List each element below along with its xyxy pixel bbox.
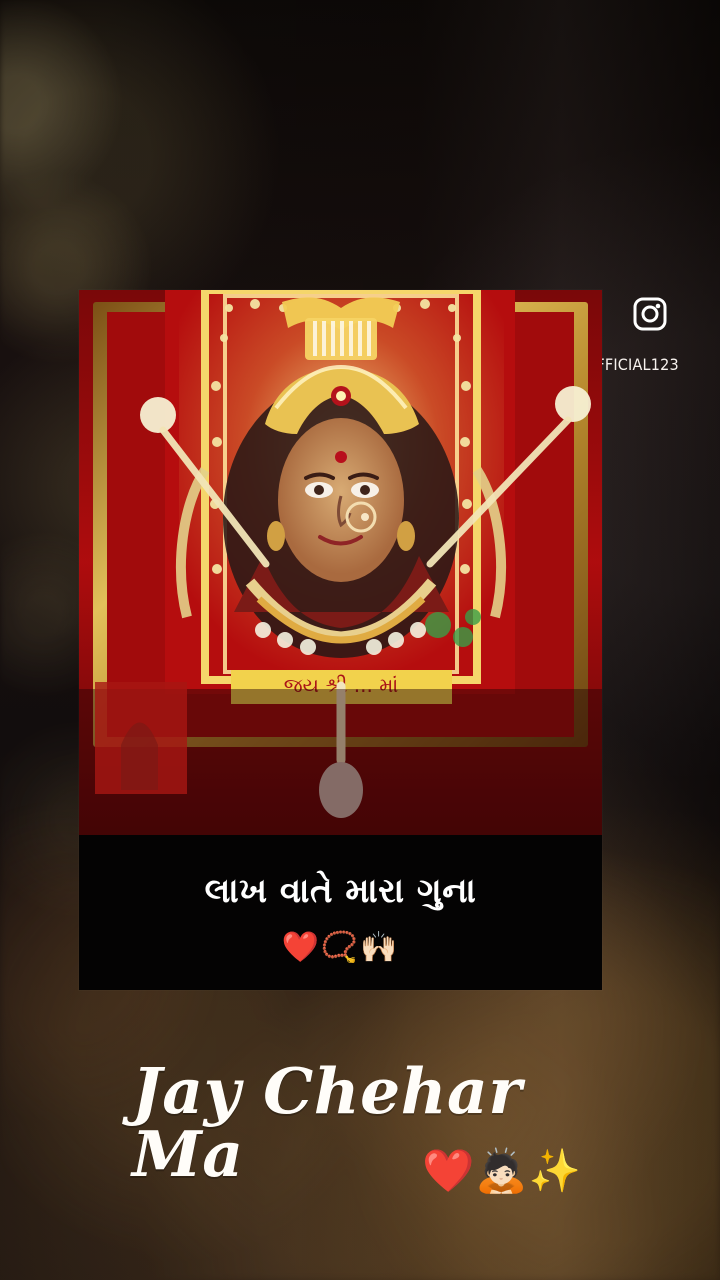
deity-card: જય શ્રી ... માં લાખ વાતે મારા ગુના ❤️📿🙌🏻 bbox=[79, 290, 602, 990]
caption-emojis: ❤️📿🙌🏻 bbox=[281, 930, 400, 965]
story-screen: @CHEHAR_OFFICIAL123 bbox=[0, 0, 720, 1280]
deity-caption-panel: લાખ વાતે મારા ગુના ❤️📿🙌🏻 bbox=[79, 835, 602, 990]
bottom-emojis: ❤️🙇🏻✨ bbox=[422, 1146, 582, 1195]
deity-shrine-illustration: જય શ્રી ... માં bbox=[79, 290, 602, 835]
deity-image: જય શ્રી ... માં bbox=[79, 290, 602, 835]
instagram-icon[interactable] bbox=[632, 296, 668, 332]
gujarati-caption: લાખ વાતે મારા ગુના bbox=[204, 871, 477, 911]
